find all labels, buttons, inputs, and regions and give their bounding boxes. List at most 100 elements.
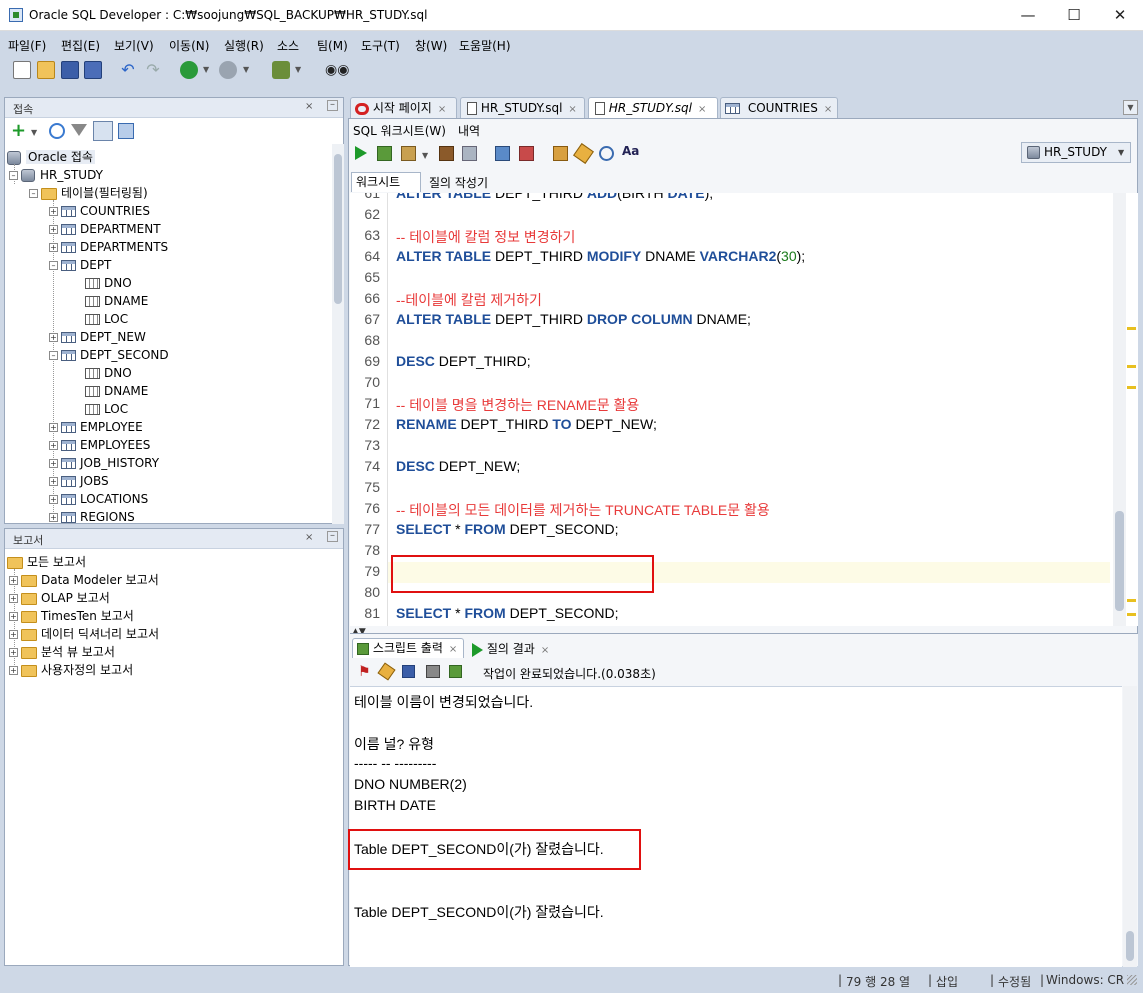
- save-icon[interactable]: [402, 665, 415, 678]
- tab-close-icon[interactable]: ×: [568, 104, 576, 115]
- save-all-icon[interactable]: [84, 61, 102, 79]
- sql-tuning-icon[interactable]: [462, 146, 477, 161]
- binoculars-icon[interactable]: ◉◉: [325, 61, 349, 79]
- tab-close-icon[interactable]: ×: [449, 644, 457, 655]
- editor-scrollbar[interactable]: [1113, 193, 1126, 626]
- output-text-area[interactable]: 테이블 이름이 변경되었습니다. 이름 널? 유형 ----- -- -------…: [348, 686, 1122, 967]
- back-dropdown-icon[interactable]: ▼: [203, 65, 209, 74]
- marker[interactable]: [1127, 386, 1136, 389]
- expand-icon[interactable]: +: [9, 576, 18, 585]
- autotrace-dropdown-icon[interactable]: ▼: [422, 151, 428, 160]
- code-line[interactable]: RENAME DEPT_THIRD TO DEPT_NEW;: [396, 416, 657, 432]
- tab-worksheet[interactable]: 워크시트: [351, 172, 421, 192]
- tab-query-result[interactable]: 질의 결과 ×: [472, 640, 549, 657]
- print-icon[interactable]: [426, 665, 440, 678]
- tree-table-item[interactable]: + EMPLOYEES: [49, 436, 150, 454]
- expand-icon[interactable]: +: [49, 225, 58, 234]
- open-folder-icon[interactable]: [37, 61, 55, 79]
- tab-start-page[interactable]: 시작 페이지 ×: [350, 97, 457, 119]
- back-icon[interactable]: [180, 61, 198, 79]
- tab-list-dropdown-icon[interactable]: ▼: [1123, 100, 1138, 115]
- collapse-expander-icon[interactable]: –: [9, 171, 18, 180]
- autotrace-icon[interactable]: [401, 146, 416, 161]
- menu-edit[interactable]: 편집(E): [61, 37, 100, 54]
- panel-close-icon[interactable]: ×: [305, 101, 313, 112]
- run-statement-icon[interactable]: [355, 146, 367, 160]
- tree-table-item[interactable]: + REGIONS: [49, 508, 135, 524]
- tree-table-item[interactable]: + DEPARTMENT: [49, 220, 161, 238]
- connection-dropdown-icon[interactable]: ▼: [1118, 143, 1124, 162]
- expand-icon[interactable]: +: [49, 513, 58, 522]
- tree-column-item[interactable]: DNAME: [85, 292, 148, 310]
- tree-column-item[interactable]: DNO: [85, 364, 132, 382]
- panel-minimize-icon[interactable]: –: [327, 100, 338, 111]
- subtab-history[interactable]: 내역: [458, 122, 480, 139]
- expand-icon[interactable]: +: [9, 612, 18, 621]
- tree-scrollbar-thumb[interactable]: [334, 154, 342, 304]
- menu-navigate[interactable]: 이동(N): [169, 37, 209, 54]
- sql-editor[interactable]: 61 ALTER TABLE DEPT_THIRD ADD(BIRTH DATE)…: [350, 193, 1125, 626]
- tab-close-icon[interactable]: ×: [824, 104, 832, 115]
- save-icon[interactable]: [61, 61, 79, 79]
- code-line[interactable]: SELECT * FROM DEPT_SECOND;: [396, 521, 619, 537]
- tree-table-item[interactable]: + LOCATIONS: [49, 490, 148, 508]
- tree-column-item[interactable]: LOC: [85, 400, 128, 418]
- resize-grip-icon[interactable]: [1127, 975, 1137, 985]
- expand-icon[interactable]: +: [49, 459, 58, 468]
- tree-table-item[interactable]: + JOB_HISTORY: [49, 454, 159, 472]
- tab-hr-study-sql[interactable]: HR_STUDY.sql ×: [460, 97, 585, 119]
- expand-icon[interactable]: +: [9, 648, 18, 657]
- expand-icon[interactable]: +: [49, 207, 58, 216]
- sql-icon[interactable]: [272, 61, 290, 79]
- report-item[interactable]: + TimesTen 보고서: [9, 607, 134, 625]
- tree-column-item[interactable]: DNO: [85, 274, 132, 292]
- tree-table-item[interactable]: – DEPT_SECOND: [49, 346, 169, 364]
- marker[interactable]: [1127, 327, 1136, 330]
- tab-hr-study-sql-active[interactable]: HR_STUDY.sql ×: [588, 97, 718, 119]
- expand-icon[interactable]: +: [49, 441, 58, 450]
- marker[interactable]: [1127, 613, 1136, 616]
- filter-icon[interactable]: [71, 124, 87, 136]
- menu-source[interactable]: 소스: [277, 37, 299, 54]
- subtab-sql-worksheet[interactable]: SQL 워크시트(W): [353, 122, 446, 139]
- code-line[interactable]: DESC DEPT_THIRD;: [396, 353, 531, 369]
- new-file-icon[interactable]: [13, 61, 31, 79]
- marker[interactable]: [1127, 599, 1136, 602]
- tree-table-item[interactable]: + COUNTRIES: [49, 202, 150, 220]
- tab-close-icon[interactable]: ×: [541, 645, 549, 656]
- expand-icon[interactable]: +: [9, 594, 18, 603]
- menu-view[interactable]: 보기(V): [114, 37, 154, 54]
- report-item[interactable]: + 데이터 딕셔너리 보고서: [9, 625, 159, 643]
- code-line[interactable]: ALTER TABLE DEPT_THIRD DROP COLUMN DNAME…: [396, 311, 751, 327]
- sql-dropdown-icon[interactable]: ▼: [295, 65, 301, 74]
- connection-selector[interactable]: HR_STUDY ▼: [1021, 142, 1131, 163]
- editor-scrollbar-thumb[interactable]: [1115, 511, 1124, 611]
- minimize-button[interactable]: —: [1005, 0, 1051, 31]
- code-line[interactable]: -- 테이블에 칼럼 정보 변경하기: [396, 227, 575, 247]
- explain-plan-icon[interactable]: [439, 146, 454, 161]
- clear-eraser-icon[interactable]: [377, 662, 396, 681]
- collapse-icon[interactable]: –: [49, 261, 58, 270]
- code-line[interactable]: DESC DEPT_NEW;: [396, 458, 520, 474]
- report-item[interactable]: + 사용자정의 보고서: [9, 661, 133, 679]
- menu-window[interactable]: 창(W): [415, 37, 447, 54]
- code-line[interactable]: --테이블에 칼럼 제거하기: [396, 290, 542, 310]
- tree-connection-hr-study[interactable]: – HR_STUDY: [9, 166, 103, 184]
- undo-icon[interactable]: ↶: [119, 61, 137, 79]
- expand-icon[interactable]: +: [49, 477, 58, 486]
- code-line[interactable]: ALTER TABLE DEPT_THIRD ADD(BIRTH DATE);: [396, 193, 713, 201]
- output-scrollbar-thumb[interactable]: [1126, 931, 1134, 961]
- rollback-icon[interactable]: [519, 146, 534, 161]
- tree-tables-folder[interactable]: – 테이블(필터링됨): [29, 184, 148, 202]
- tree-table-item[interactable]: + EMPLOYEE: [49, 418, 143, 436]
- expand-icon[interactable]: +: [9, 666, 18, 675]
- menu-file[interactable]: 파일(F): [8, 37, 46, 54]
- tree-root-oracle[interactable]: Oracle 접속: [7, 148, 95, 166]
- output-scrollbar[interactable]: [1123, 686, 1137, 967]
- report-all[interactable]: 모든 보고서: [7, 553, 86, 571]
- close-button[interactable]: ✕: [1097, 0, 1143, 31]
- script-icon[interactable]: [449, 665, 462, 678]
- expand-icon[interactable]: +: [49, 423, 58, 432]
- tree-table-item[interactable]: + JOBS: [49, 472, 109, 490]
- format-case-icon[interactable]: Aa: [622, 144, 639, 158]
